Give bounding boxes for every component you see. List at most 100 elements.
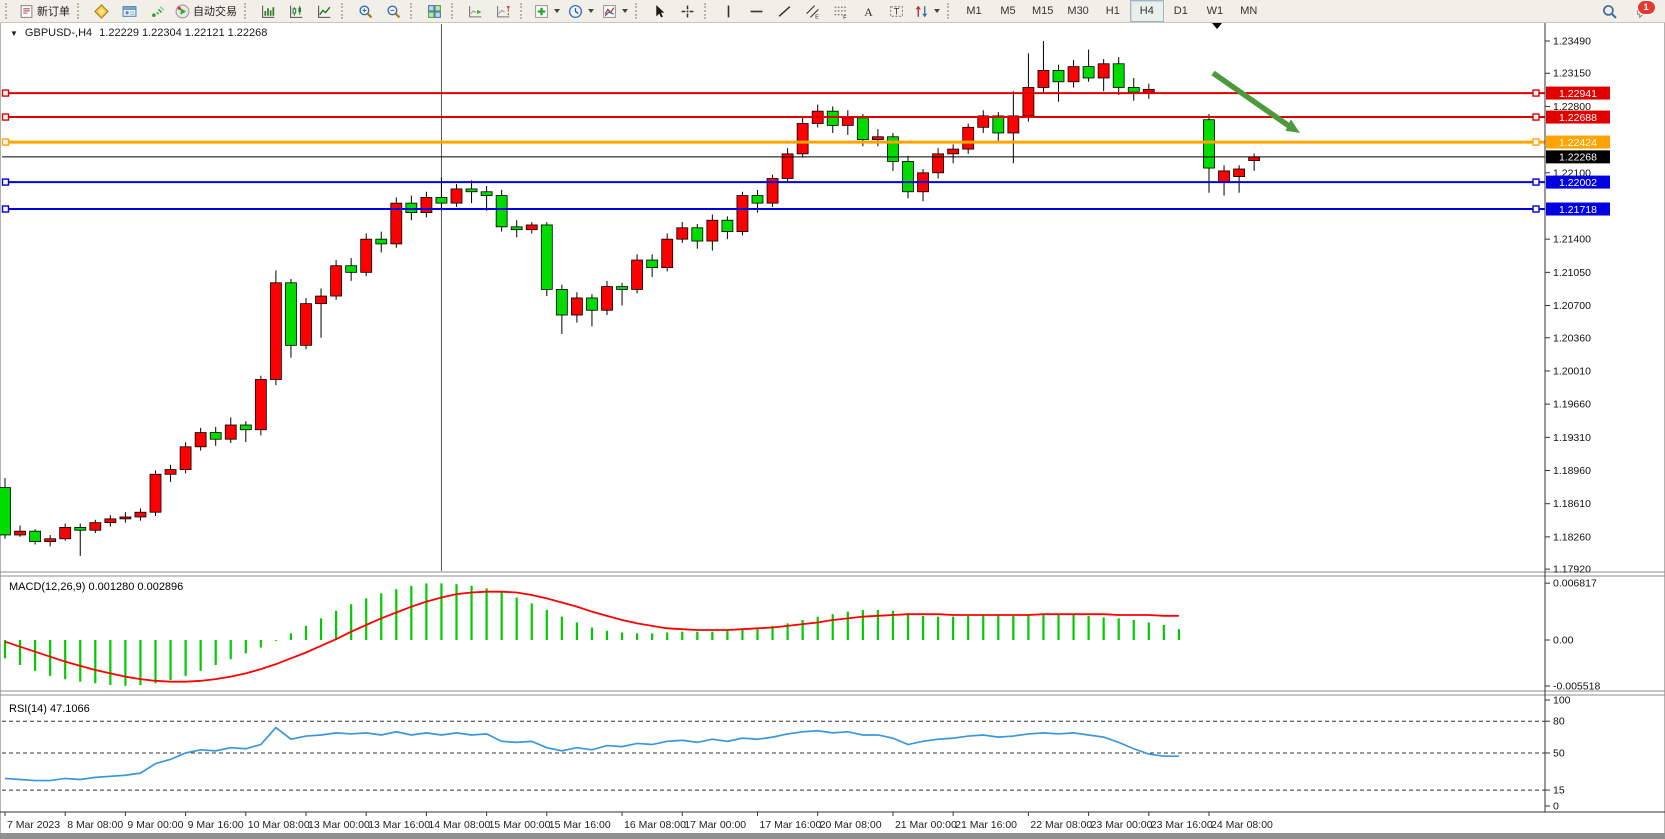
candle-body <box>105 519 116 523</box>
candle-body <box>255 379 266 429</box>
fibonacci-button[interactable]: F <box>826 0 854 22</box>
text-button[interactable]: A <box>854 0 882 22</box>
candle-body <box>948 149 959 154</box>
level-handle[interactable] <box>3 139 9 145</box>
level-handle[interactable] <box>1533 206 1539 212</box>
label-button[interactable]: T <box>882 0 910 22</box>
shapes-button[interactable] <box>910 0 944 22</box>
level-handle[interactable] <box>3 206 9 212</box>
profile-button[interactable] <box>115 0 143 22</box>
level-handle[interactable] <box>1533 114 1539 120</box>
candle-body <box>210 433 221 440</box>
level-handle[interactable] <box>3 114 9 120</box>
level-handle[interactable] <box>1533 179 1539 185</box>
timeframe-button-w1[interactable]: W1 <box>1198 0 1232 22</box>
timeframe-button-m15[interactable]: M15 <box>1025 0 1060 22</box>
candle-body <box>586 298 597 310</box>
candle-body <box>451 189 462 203</box>
trendline-button[interactable] <box>770 0 798 22</box>
auto-scroll-icon <box>468 4 483 19</box>
price-chart[interactable]: 1.234901.231501.228001.221001.214001.210… <box>0 22 1665 839</box>
level-handle[interactable] <box>1533 139 1539 145</box>
periods-button[interactable] <box>564 0 598 22</box>
chevron-down-icon[interactable] <box>622 9 628 13</box>
trendline-icon <box>777 4 792 19</box>
timeframe-button-h4[interactable]: H4 <box>1130 0 1164 22</box>
horizontal-line-button[interactable] <box>742 0 770 22</box>
chat-button[interactable]: 1 <box>1629 0 1657 22</box>
new-order-button[interactable]: 新订单 <box>15 0 74 22</box>
timeframe-button-h1[interactable]: H1 <box>1096 0 1130 22</box>
timeframe-button-d1[interactable]: D1 <box>1164 0 1198 22</box>
candle-bar <box>331 260 342 300</box>
chart-window[interactable]: 1.234901.231501.228001.221001.214001.210… <box>0 22 1665 839</box>
timeframe-button-m30[interactable]: M30 <box>1060 0 1095 22</box>
chevron-down-icon[interactable] <box>934 9 940 13</box>
price-badge-label: 1.22688 <box>1559 112 1597 124</box>
date-tick-label: 8 Mar 08:00 <box>67 819 123 831</box>
candle-body <box>903 161 914 191</box>
price-tick-label: 1.20700 <box>1553 300 1591 312</box>
price-tick-label: 1.18610 <box>1553 498 1591 510</box>
auto-scroll-button[interactable] <box>461 0 489 22</box>
candle-body <box>602 287 613 311</box>
timeframe-button-m5[interactable]: M5 <box>991 0 1025 22</box>
candle-body <box>737 196 748 232</box>
cursor-button[interactable] <box>645 0 673 22</box>
indicators-button[interactable] <box>530 0 564 22</box>
candle-body <box>963 127 974 149</box>
candle-body <box>30 531 41 541</box>
candle-body <box>571 298 582 315</box>
price-tick-label: 1.21400 <box>1553 234 1591 246</box>
level-handle[interactable] <box>3 90 9 96</box>
crosshair-button[interactable] <box>673 0 701 22</box>
price-tick-label: 1.19660 <box>1553 399 1591 411</box>
candle-body <box>1008 116 1019 133</box>
rsi-tick-label: 0 <box>1553 801 1559 813</box>
timeframe-button-mn[interactable]: MN <box>1232 0 1266 22</box>
templates-icon <box>602 4 617 19</box>
vertical-line-button[interactable] <box>714 0 742 22</box>
date-tick-label: 16 Mar 08:00 <box>624 819 686 831</box>
chart-shift-button[interactable] <box>489 0 517 22</box>
date-tick-label: 9 Mar 00:00 <box>127 819 183 831</box>
search-button[interactable] <box>1595 0 1623 22</box>
chevron-down-icon[interactable] <box>588 9 594 13</box>
channel-button[interactable]: E <box>798 0 826 22</box>
candle-body <box>511 227 522 230</box>
shapes-icon <box>914 4 929 19</box>
candle-body <box>436 197 447 203</box>
price-badge-label: 1.21718 <box>1559 204 1597 216</box>
candle-body <box>993 116 1004 133</box>
candle-body <box>496 196 507 227</box>
market-watch-button[interactable] <box>87 0 115 22</box>
candle-chart-button[interactable] <box>282 0 310 22</box>
templates-button[interactable] <box>598 0 632 22</box>
tile-windows-button[interactable] <box>420 0 448 22</box>
line-chart-icon <box>317 4 332 19</box>
date-tick-label: 23 Mar 00:00 <box>1091 819 1153 831</box>
price-tick-label: 1.20360 <box>1553 332 1591 344</box>
candle-body <box>1204 120 1215 168</box>
candle-bar <box>632 254 643 293</box>
bar-chart-button[interactable] <box>254 0 282 22</box>
candle-body <box>90 523 101 531</box>
timeframe-button-m1[interactable]: M1 <box>957 0 991 22</box>
chevron-down-icon[interactable] <box>554 9 560 13</box>
signal-button[interactable] <box>143 0 171 22</box>
candle-body <box>331 266 342 296</box>
chart-title-bar: ▼ GBPUSD-,H4 1.22229 1.22304 1.22121 1.2… <box>10 27 267 39</box>
line-chart-button[interactable] <box>310 0 338 22</box>
autotrade-button[interactable]: 自动交易 <box>171 0 241 22</box>
zoom-in-button[interactable] <box>351 0 379 22</box>
zoom-out-button[interactable] <box>379 0 407 22</box>
candle-body <box>1023 87 1034 115</box>
level-handle[interactable] <box>3 179 9 185</box>
candle-body <box>1083 67 1094 78</box>
level-handle[interactable] <box>1533 90 1539 96</box>
profile-icon <box>122 4 137 19</box>
candle-body <box>541 225 552 289</box>
ohlc-readout: 1.22229 1.22304 1.22121 1.22268 <box>99 27 267 39</box>
fibonacci-icon: F <box>833 4 848 19</box>
symbol-collapse-icon[interactable]: ▼ <box>10 29 18 38</box>
